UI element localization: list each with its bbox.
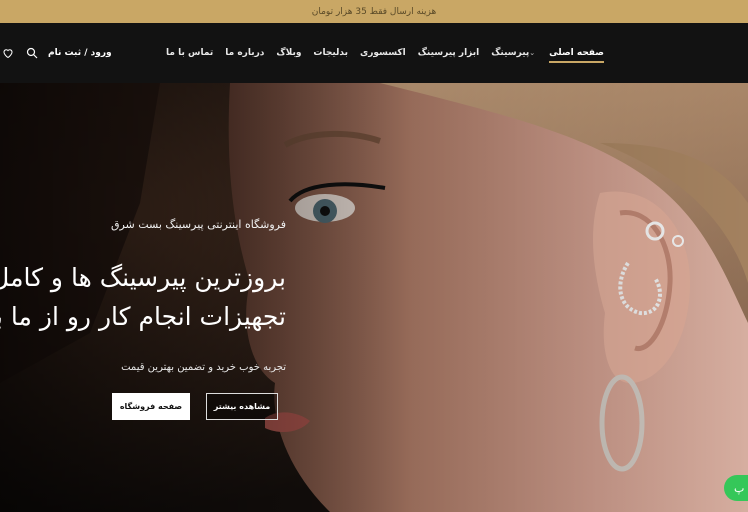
chat-button[interactable]: پ — [724, 475, 748, 501]
search-icon[interactable] — [24, 45, 40, 61]
announcement-bar: هزینه ارسال فقط 35 هزار تومان — [0, 0, 748, 23]
chevron-down-icon: ⌄ — [529, 49, 536, 57]
header-tools: ورود / ثبت نام — [0, 23, 112, 83]
nav-piercing-tools[interactable]: ابزار پیرسینگ — [418, 48, 480, 58]
hero-title: بروزترین پیرسینگ ها و کامل ترین تجهیزات … — [0, 258, 286, 336]
nav-piercing[interactable]: پیرسینگ⌄ — [491, 48, 537, 58]
shop-page-button[interactable]: صفحه فروشگاه — [112, 393, 190, 420]
heart-icon[interactable] — [0, 45, 16, 61]
nav-home[interactable]: صفحه اصلی — [549, 48, 604, 63]
nav-contact[interactable]: تماس با ما — [166, 48, 213, 58]
nav-jewelry[interactable]: بدلیجات — [313, 48, 348, 58]
hero-subtitle: فروشگاه اینترنتی پیرسینگ بست شرق — [110, 218, 286, 231]
see-more-button[interactable]: مشاهده بیشتر — [206, 393, 278, 420]
nav-accessories[interactable]: اکسسوری — [360, 48, 406, 58]
hero-banner: فروشگاه اینترنتی پیرسینگ بست شرق بروزتری… — [0, 83, 748, 512]
nav-about[interactable]: درباره ما — [225, 48, 264, 58]
nav-blog[interactable]: وبلاگ — [276, 48, 301, 58]
main-nav: صفحه اصلی پیرسینگ⌄ ابزار پیرسینگ اکسسوری… — [166, 23, 604, 83]
login-link[interactable]: ورود / ثبت نام — [48, 48, 112, 58]
hero-tagline: تجربه خوب خرید و تضمین بهترین قیمت — [121, 362, 286, 373]
announcement-text: هزینه ارسال فقط 35 هزار تومان — [311, 6, 437, 17]
hero-title-line-1: بروزترین پیرسینگ ها و کامل ترین — [0, 263, 286, 292]
chat-icon: پ — [734, 481, 745, 495]
nav-piercing-label: پیرسینگ — [491, 48, 530, 58]
site-header: صفحه اصلی پیرسینگ⌄ ابزار پیرسینگ اکسسوری… — [0, 23, 748, 83]
hero-title-line-2: تجهیزات انجام کار رو از ما بخواهید — [0, 302, 286, 331]
